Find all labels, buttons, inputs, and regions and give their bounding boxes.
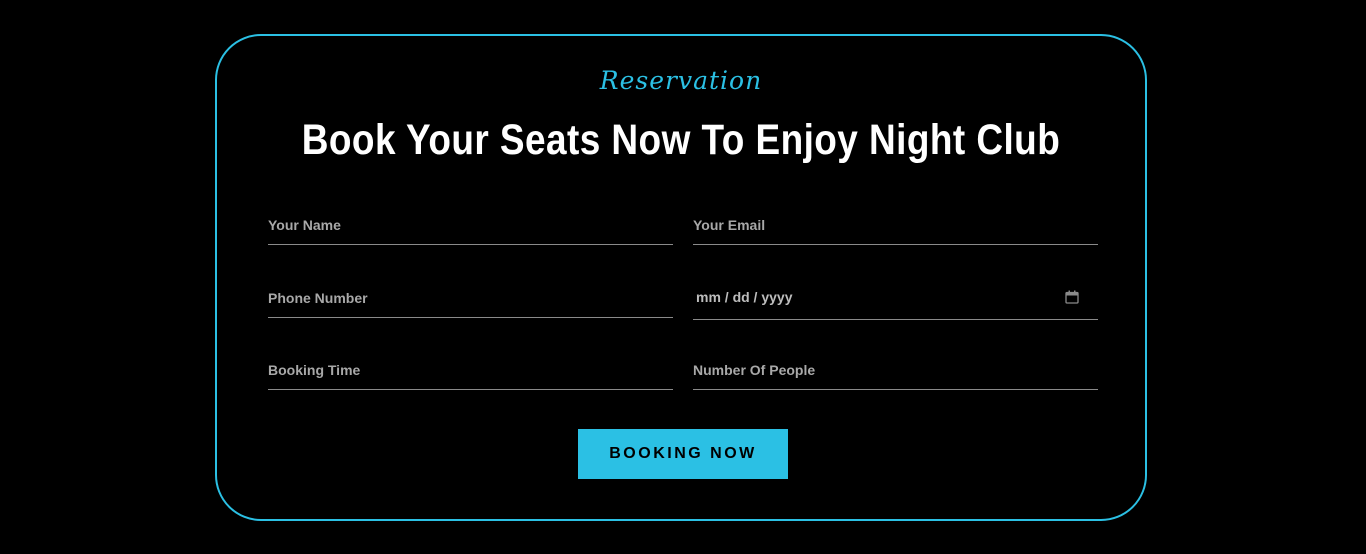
email-input[interactable] [693,205,1098,244]
name-field-wrapper [268,205,673,245]
calendar-icon[interactable] [1065,290,1079,304]
time-field-wrapper [268,350,673,390]
booking-now-button[interactable]: BOOKING NOW [578,429,788,479]
name-input[interactable] [268,205,673,244]
people-input[interactable] [693,350,1098,389]
reservation-card: Reservation Book Your Seats Now To Enjoy… [215,34,1147,521]
people-field-wrapper [693,350,1098,390]
phone-input[interactable] [268,278,673,317]
email-field-wrapper [693,205,1098,245]
date-input[interactable]: mm / dd / yyyy [693,278,1098,320]
phone-field-wrapper [268,278,673,318]
date-placeholder: mm / dd / yyyy [696,289,793,305]
booking-time-input[interactable] [268,350,673,389]
reservation-subtitle: Reservation [599,66,763,95]
reservation-title: Book Your Seats Now To Enjoy Night Club [301,116,1061,164]
